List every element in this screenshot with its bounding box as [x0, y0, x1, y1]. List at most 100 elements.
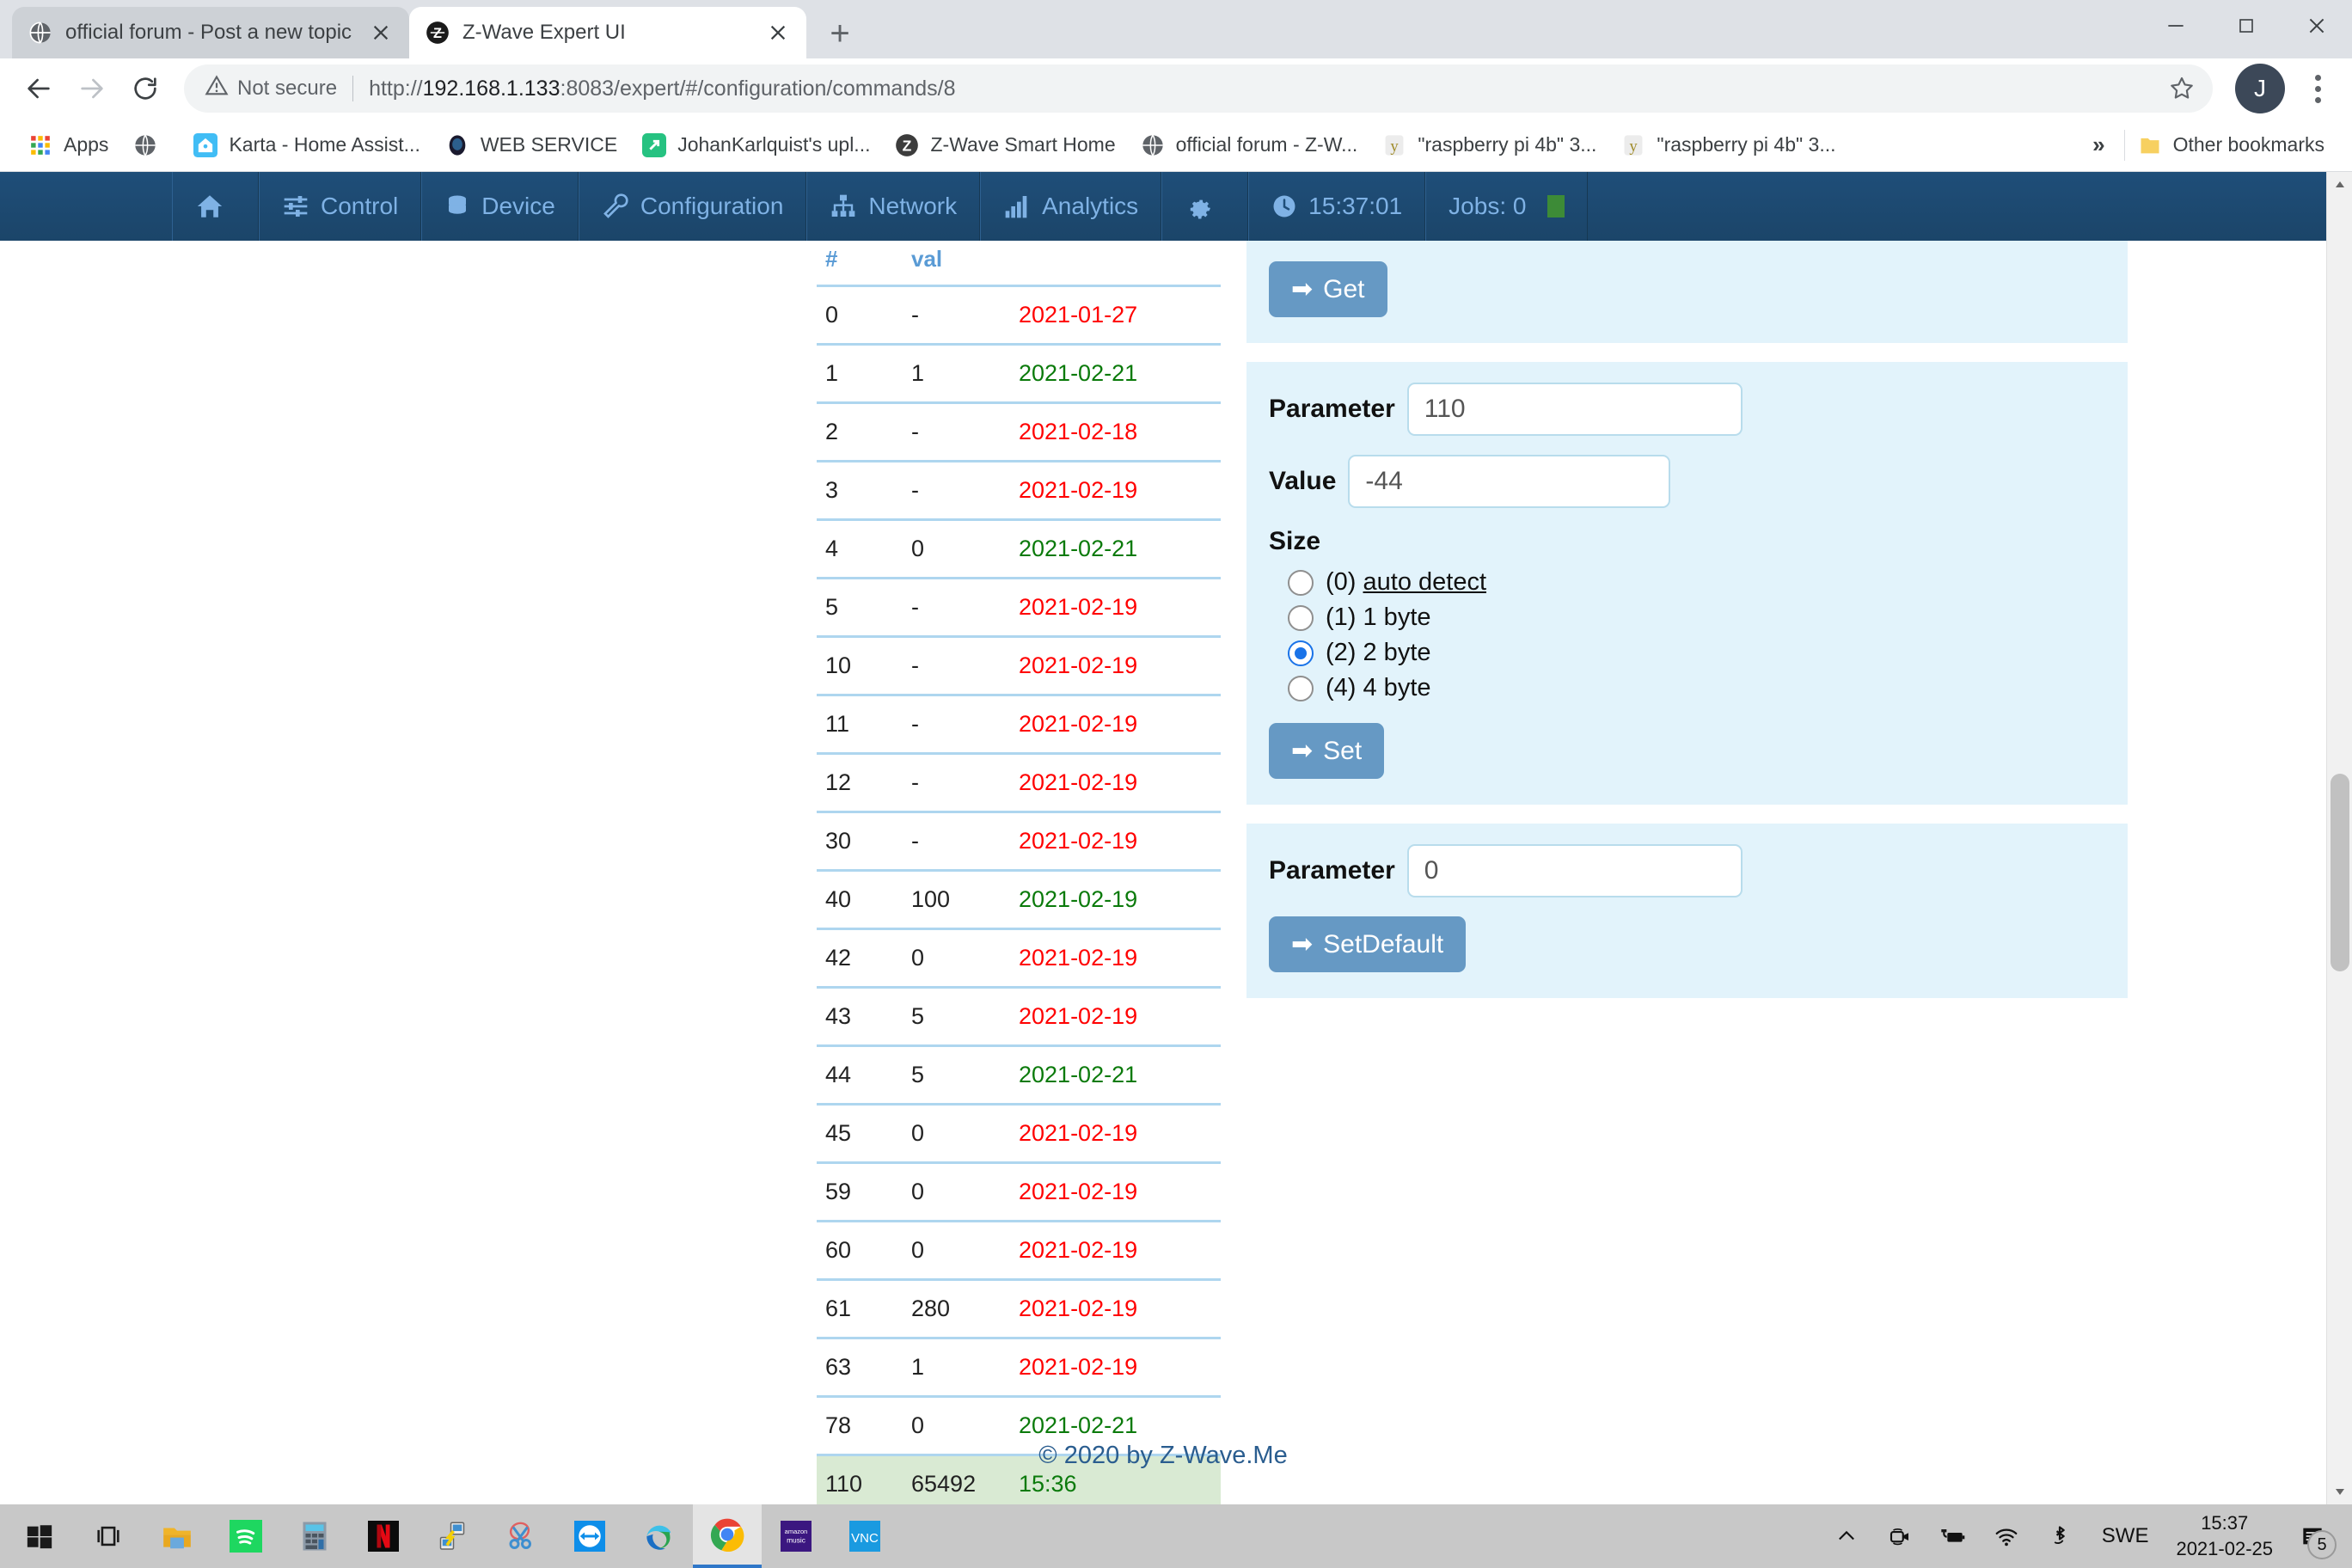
bookmark-item-4[interactable]: Z Z-Wave Smart Home — [882, 123, 1127, 168]
value-input[interactable] — [1348, 455, 1670, 508]
start-button[interactable] — [5, 1504, 74, 1568]
table-row[interactable]: 12-2021-02-19 — [817, 754, 1221, 812]
chevron-up-icon[interactable] — [1820, 1504, 1873, 1568]
bookmark-item-2[interactable]: WEB SERVICE — [432, 123, 629, 168]
size-option-0[interactable]: (0) auto detect — [1269, 565, 2105, 600]
address-bar[interactable]: Not secure http://192.168.1.133:8083/exp… — [184, 64, 2213, 113]
nav-item-device[interactable]: Device — [421, 172, 579, 241]
bookmark-item-7[interactable]: y "raspberry pi 4b" 3... — [1608, 123, 1847, 168]
chrome-icon[interactable] — [693, 1504, 762, 1568]
nav-item-network[interactable]: Network — [806, 172, 980, 241]
nav-item-clock[interactable]: 15:37:01 — [1248, 172, 1425, 241]
forward-button[interactable] — [65, 62, 119, 115]
size-option-1[interactable]: (1) 1 byte — [1269, 600, 2105, 635]
camera-icon[interactable] — [1873, 1504, 1926, 1568]
close-icon[interactable] — [368, 20, 394, 46]
notification-icon[interactable]: 5 — [2285, 1504, 2340, 1568]
reload-button[interactable] — [119, 62, 172, 115]
network-tool-icon[interactable] — [418, 1504, 487, 1568]
size-option-3[interactable]: (4) 4 byte — [1269, 671, 2105, 706]
table-row[interactable]: 6312021-02-19 — [817, 1338, 1221, 1397]
profile-avatar[interactable]: J — [2235, 64, 2285, 113]
default-parameter-input[interactable] — [1407, 844, 1743, 897]
bookmark-item-5[interactable]: official forum - Z-W... — [1128, 123, 1370, 168]
radio-button[interactable] — [1288, 605, 1314, 631]
col-header-date[interactable] — [1019, 241, 1221, 286]
table-row[interactable]: 4502021-02-19 — [817, 1105, 1221, 1163]
table-row[interactable]: 112021-02-21 — [817, 345, 1221, 403]
scissors-icon[interactable] — [487, 1504, 555, 1568]
nav-item-analytics[interactable]: Analytics — [980, 172, 1161, 241]
col-header-val[interactable]: val — [911, 241, 1019, 286]
calculator-icon[interactable] — [280, 1504, 349, 1568]
bookmark-apps[interactable]: Apps — [15, 123, 120, 168]
table-row[interactable]: 6002021-02-19 — [817, 1222, 1221, 1280]
set-button[interactable]: ➡ Set — [1269, 723, 1384, 779]
table-row[interactable]: 10-2021-02-19 — [817, 637, 1221, 695]
browser-menu-button[interactable] — [2295, 64, 2340, 113]
table-row[interactable]: 11-2021-02-19 — [817, 695, 1221, 754]
bookmark-item-6[interactable]: y "raspberry pi 4b" 3... — [1369, 123, 1608, 168]
wifi-icon[interactable] — [1980, 1504, 2033, 1568]
clock-date[interactable]: 15:37 2021-02-25 — [2164, 1510, 2285, 1561]
other-bookmarks-button[interactable]: Other bookmarks — [2125, 123, 2337, 168]
scroll-up-arrow[interactable] — [2327, 172, 2352, 198]
edge-icon[interactable] — [624, 1504, 693, 1568]
back-button[interactable] — [12, 62, 65, 115]
radio-button[interactable] — [1288, 570, 1314, 596]
nav-item-home[interactable] — [172, 172, 259, 241]
scrollbar-thumb[interactable] — [2331, 774, 2349, 971]
bookmark-item-3[interactable]: JohanKarlquist's upl... — [629, 123, 882, 168]
bluetooth-icon[interactable] — [2033, 1504, 2086, 1568]
table-row[interactable]: 5-2021-02-19 — [817, 579, 1221, 637]
minimize-button[interactable] — [2141, 0, 2211, 52]
teamviewer-icon[interactable] — [555, 1504, 624, 1568]
size-option-2[interactable]: (2) 2 byte — [1269, 635, 2105, 671]
maximize-button[interactable] — [2211, 0, 2282, 52]
get-button[interactable]: ➡ Get — [1269, 261, 1387, 317]
netflix-icon[interactable] — [349, 1504, 418, 1568]
table-row[interactable]: 612802021-02-19 — [817, 1280, 1221, 1338]
table-row[interactable]: 4202021-02-19 — [817, 929, 1221, 988]
vnc-icon[interactable]: VNC — [830, 1504, 899, 1568]
sliders-icon — [282, 193, 309, 220]
language-indicator[interactable]: SWE — [2086, 1524, 2165, 1548]
bookmark-star-icon[interactable] — [2159, 66, 2204, 111]
vertical-scrollbar[interactable] — [2326, 172, 2352, 1504]
bookmarks-overflow-button[interactable]: » — [2073, 132, 2123, 158]
table-row[interactable]: 401002021-02-19 — [817, 871, 1221, 929]
browser-tab-1[interactable]: official forum - Post a new topic — [12, 7, 409, 58]
battery-plug-icon[interactable] — [1926, 1504, 1980, 1568]
nav-item-settings[interactable] — [1161, 172, 1248, 241]
close-button[interactable] — [2282, 0, 2352, 52]
setdefault-button[interactable]: ➡ SetDefault — [1269, 916, 1466, 972]
close-icon[interactable] — [765, 20, 791, 46]
scroll-down-arrow[interactable] — [2327, 1479, 2352, 1504]
table-row[interactable]: 4452021-02-21 — [817, 1046, 1221, 1105]
table-row[interactable]: 3-2021-02-19 — [817, 462, 1221, 520]
cell-num: 61 — [817, 1280, 911, 1338]
bookmark-item-1[interactable]: Karta - Home Assist... — [181, 123, 432, 168]
bookmark-item-0[interactable] — [120, 123, 181, 168]
radio-button[interactable] — [1288, 640, 1314, 666]
table-row[interactable]: 0-2021-01-27 — [817, 286, 1221, 345]
table-row[interactable]: 5902021-02-19 — [817, 1163, 1221, 1222]
table-row[interactable]: 4352021-02-19 — [817, 988, 1221, 1046]
table-row[interactable]: 30-2021-02-19 — [817, 812, 1221, 871]
task-view-icon[interactable] — [74, 1504, 143, 1568]
cell-num: 59 — [817, 1163, 911, 1222]
col-header-num[interactable]: # — [817, 241, 911, 286]
table-row[interactable]: 2-2021-02-18 — [817, 403, 1221, 462]
amazon-music-icon[interactable]: amazonmusic — [762, 1504, 830, 1568]
security-status[interactable]: Not secure — [205, 74, 337, 104]
file-explorer-icon[interactable] — [143, 1504, 211, 1568]
nav-item-configuration[interactable]: Configuration — [579, 172, 807, 241]
browser-tab-2[interactable]: Z Z-Wave Expert UI — [409, 7, 806, 58]
spotify-icon[interactable] — [211, 1504, 280, 1568]
nav-item-control[interactable]: Control — [259, 172, 421, 241]
radio-button[interactable] — [1288, 676, 1314, 701]
nav-item-jobs[interactable]: Jobs: 0 — [1425, 172, 1588, 241]
new-tab-button[interactable]: + — [813, 9, 867, 58]
parameter-input[interactable] — [1407, 383, 1743, 436]
table-row[interactable]: 402021-02-21 — [817, 520, 1221, 579]
